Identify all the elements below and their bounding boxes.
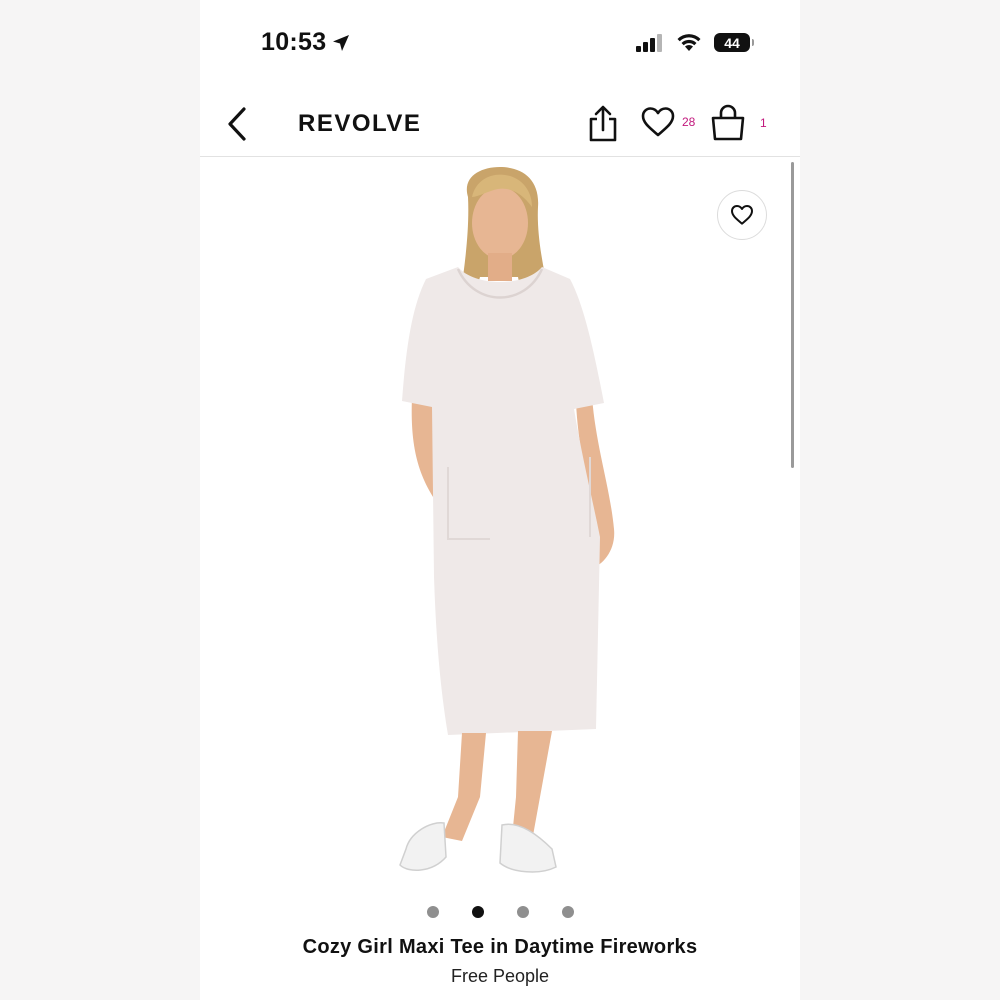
battery-icon: 44 (714, 33, 754, 52)
wishlist-button[interactable]: 28 (640, 106, 695, 138)
location-arrow-icon (333, 34, 350, 51)
wishlist-count: 28 (682, 115, 696, 129)
background-blur-left (0, 0, 200, 1000)
product-brand[interactable]: Free People (200, 966, 800, 987)
battery-level: 44 (724, 34, 740, 51)
bag-icon (711, 104, 745, 141)
image-pagination (200, 906, 800, 920)
wifi-icon (677, 34, 701, 51)
back-chevron-icon (228, 107, 246, 141)
heart-icon (641, 107, 675, 137)
page-dot[interactable] (426, 906, 439, 918)
favorite-product-button[interactable] (717, 190, 767, 240)
heart-outline-icon (731, 205, 753, 225)
image-scrollbar[interactable] (791, 162, 794, 468)
brand-logo[interactable]: REVOLVE (298, 110, 421, 138)
phone-screen: 10:53 44 REVOLVE 28 1 Cozy Girl Maxi Tee… (200, 0, 800, 1000)
signal-icon (636, 33, 662, 52)
share-icon (589, 105, 617, 142)
product-image[interactable] (200, 157, 800, 897)
product-title: Cozy Girl Maxi Tee in Daytime Fireworks (302, 936, 698, 958)
model-in-dress-image (399, 167, 615, 873)
background-blur-right (800, 0, 1000, 1000)
status-icons: 44 (636, 33, 754, 52)
page-dot[interactable] (561, 906, 574, 918)
time-text: 10:53 (261, 28, 327, 56)
status-bar: 10:53 44 (200, 0, 800, 90)
share-button[interactable] (586, 104, 620, 144)
page-dot-active[interactable] (471, 906, 484, 918)
status-time: 10:53 (261, 28, 350, 57)
bag-count: 1 (760, 116, 767, 130)
page-dot[interactable] (516, 906, 529, 918)
nav-header: REVOLVE 28 1 (200, 90, 800, 157)
bag-button[interactable]: 1 (710, 104, 767, 142)
back-button[interactable] (226, 104, 258, 144)
